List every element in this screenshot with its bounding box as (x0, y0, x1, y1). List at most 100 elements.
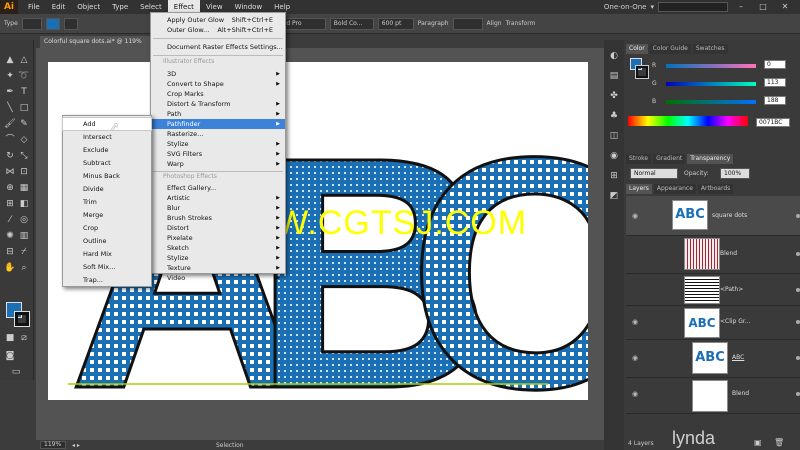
zoom-select[interactable]: 119% (40, 441, 66, 449)
hand-tool-icon[interactable]: ✋ (4, 262, 16, 274)
apply-last-effect-item[interactable]: Apply Outer Glow Shift+Ctrl+E (151, 15, 285, 25)
effect-texture[interactable]: Texture ▶ (151, 263, 285, 273)
align-link[interactable]: Align (487, 20, 502, 27)
screen-mode-icon[interactable]: ▭ (10, 366, 22, 378)
layer-row[interactable]: ◉ ABC ABC (626, 340, 800, 378)
mesh-tool-icon[interactable]: ⊞ (4, 198, 16, 210)
layer-row[interactable]: ◉ ABC square dots (626, 196, 800, 236)
stroke-swatch[interactable] (21, 17, 42, 30)
tab-transparency[interactable]: Transparency (687, 154, 734, 164)
effect-3d[interactable]: 3D ▶ (151, 69, 285, 79)
effect-distort[interactable]: Distort ▶ (151, 223, 285, 233)
menu-object[interactable]: Object (71, 0, 106, 14)
slider-r[interactable] (666, 64, 756, 68)
line-tool-icon[interactable]: ╲ (4, 102, 16, 114)
effect-svg-filters[interactable]: SVG Filters ▶ (151, 149, 285, 159)
rectangle-tool-icon[interactable]: □ (18, 102, 30, 114)
pathfinder-trim[interactable]: Trim (63, 196, 151, 208)
slider-b[interactable] (666, 100, 756, 104)
draw-mode-icon[interactable]: ◙ (4, 350, 16, 362)
close-icon[interactable]: ✕ (776, 2, 794, 12)
symbols-icon[interactable]: ♣ (608, 110, 620, 122)
effect-distort-transform[interactable]: Distort & Transform ▶ (151, 99, 285, 109)
slice-tool-icon[interactable]: ⌿ (18, 246, 30, 258)
effect-crop-marks[interactable]: Crop Marks (151, 89, 285, 99)
blob-brush-icon[interactable]: ⌒ (4, 134, 16, 146)
width-tool-icon[interactable]: ⋈ (4, 166, 16, 178)
effect-warp[interactable]: Warp ▶ (151, 159, 285, 169)
perspective-grid-icon[interactable]: ▦ (18, 182, 30, 194)
menu-file[interactable]: File (22, 0, 46, 14)
pathfinder-add[interactable]: Add (62, 117, 152, 131)
zoom-tool-icon[interactable]: ⌕ (18, 262, 30, 274)
layer-row[interactable]: Blend (626, 236, 800, 274)
layer-row[interactable]: <Path> (626, 274, 800, 306)
layer-name[interactable]: Blend (720, 250, 737, 257)
pathfinder-trap[interactable]: Trap... (63, 274, 151, 286)
effect-brush-strokes[interactable]: Brush Strokes ▶ (151, 213, 285, 223)
none-mode-icon[interactable]: ⧄ (18, 332, 30, 344)
value-g[interactable]: 113 (764, 78, 786, 87)
target-icon[interactable] (796, 252, 800, 256)
visibility-eye-icon[interactable]: ◉ (632, 212, 638, 220)
effect-stylize-ps[interactable]: Stylize ▶ (151, 253, 285, 263)
rotate-tool-icon[interactable]: ↻ (4, 150, 16, 162)
tab-gradient[interactable]: Gradient (653, 154, 686, 164)
scale-tool-icon[interactable]: ⤡ (18, 150, 30, 162)
workspace-dropdown-icon[interactable]: ▾ (650, 3, 654, 11)
type-tool-icon[interactable]: T (18, 86, 30, 98)
gradient-tool-icon[interactable]: ◧ (18, 198, 30, 210)
visibility-eye-icon[interactable]: ◉ (632, 318, 638, 326)
swatches-icon[interactable]: ▤ (608, 70, 620, 82)
document-tab[interactable]: Colorful square dots.ai* @ 119% (40, 36, 160, 48)
target-icon[interactable] (796, 288, 800, 292)
target-icon[interactable] (796, 392, 800, 396)
layer-row[interactable]: ◉ Blend (626, 378, 800, 414)
artboard-nav-icon[interactable]: ◂ ▸ (72, 442, 80, 449)
target-icon[interactable] (796, 214, 800, 218)
layer-row[interactable]: ◉ ABC <Clip Gr... (626, 306, 800, 340)
effect-pixelate[interactable]: Pixelate ▶ (151, 233, 285, 243)
pathfinder-subtract[interactable]: Subtract (63, 157, 151, 169)
selection-tool-icon[interactable]: ▲ (4, 54, 16, 66)
value-b[interactable]: 188 (764, 96, 786, 105)
tab-layers[interactable]: Layers (626, 184, 652, 194)
layer-name[interactable]: Blend (732, 390, 749, 397)
pathfinder-outline[interactable]: Outline (63, 235, 151, 247)
tab-color-guide[interactable]: Color Guide (649, 44, 691, 54)
shape-builder-icon[interactable]: ⊕ (4, 182, 16, 194)
eyedropper-icon[interactable]: ⁄ (4, 214, 16, 226)
tab-color[interactable]: Color (626, 44, 648, 54)
pathfinder-hard-mix[interactable]: Hard Mix (63, 248, 151, 260)
pathfinder-crop[interactable]: Crop (63, 222, 151, 234)
pencil-icon[interactable]: ✎ (18, 118, 30, 130)
blend-tool-icon[interactable]: ◎ (18, 214, 30, 226)
tab-appearance[interactable]: Appearance (653, 184, 696, 194)
magic-wand-icon[interactable]: ✦ (4, 70, 16, 82)
brushes-icon[interactable]: ✤ (608, 90, 620, 102)
visibility-eye-icon[interactable]: ◉ (632, 354, 638, 362)
layer-name[interactable]: square dots (712, 212, 747, 219)
pathfinder-exclude[interactable]: Exclude (63, 144, 151, 156)
effect-pathfinder[interactable]: Pathfinder ▶ (151, 119, 285, 129)
pathfinder-soft-mix[interactable]: Soft Mix... (63, 261, 151, 273)
trash-icon[interactable]: 🗑 (774, 438, 784, 447)
document-raster-effects-item[interactable]: Document Raster Effects Settings... (151, 42, 285, 52)
symbol-sprayer-icon[interactable]: ✺ (4, 230, 16, 242)
visibility-eye-icon[interactable]: ◉ (632, 390, 638, 398)
target-icon[interactable] (796, 356, 800, 360)
effect-convert-to-shape[interactable]: Convert to Shape ▶ (151, 79, 285, 89)
transform-link[interactable]: Transform (506, 20, 536, 27)
free-transform-icon[interactable]: ⊡ (18, 166, 30, 178)
pathfinder-merge[interactable]: Merge (63, 209, 151, 221)
value-r[interactable]: 0 (764, 60, 786, 69)
slider-g[interactable] (666, 82, 756, 86)
blend-mode-select[interactable]: Normal (630, 168, 678, 179)
paragraph-link[interactable]: Paragraph (418, 20, 449, 27)
tab-artboards[interactable]: Artboards (697, 184, 734, 194)
color-panel-icon[interactable]: ◐ (608, 50, 620, 62)
effect-sketch[interactable]: Sketch ▶ (151, 243, 285, 253)
graphic-styles-icon[interactable]: ◫ (608, 130, 620, 142)
align-panel-icon[interactable]: ⊞ (608, 170, 620, 182)
new-layer-icon[interactable]: ▣ (754, 438, 762, 447)
